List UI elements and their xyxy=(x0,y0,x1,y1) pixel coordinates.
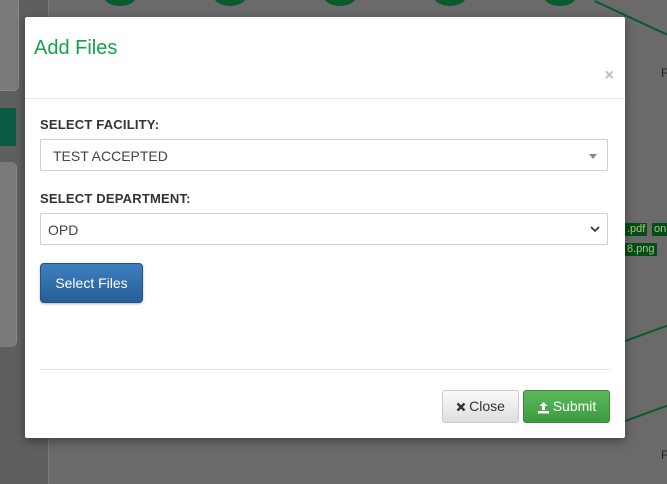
graph-file-tag: on xyxy=(652,223,667,236)
close-button[interactable]: Close xyxy=(442,390,519,423)
background-active-item xyxy=(0,108,16,146)
department-label: SELECT DEPARTMENT: xyxy=(40,191,191,206)
department-select[interactable]: OPD xyxy=(40,213,608,245)
background-panel xyxy=(0,162,17,347)
facility-label: SELECT FACILITY: xyxy=(40,117,160,132)
close-button-label: Close xyxy=(469,398,505,414)
times-icon xyxy=(456,402,466,412)
department-select-value: OPD xyxy=(48,222,79,238)
facility-select[interactable]: TEST ACCEPTED xyxy=(40,139,608,171)
background-panel xyxy=(0,0,19,91)
add-files-modal: Add Files × SELECT FACILITY: TEST ACCEPT… xyxy=(25,17,625,438)
chevron-down-icon xyxy=(590,226,600,233)
submit-button[interactable]: Submit xyxy=(523,390,610,423)
facility-select-value: TEST ACCEPTED xyxy=(53,148,168,164)
graph-file-tag: .pdf xyxy=(625,223,648,236)
modal-title: Add Files xyxy=(34,37,118,59)
graph-file-tag: 8.png xyxy=(625,243,657,256)
upload-icon xyxy=(537,401,549,414)
select-files-button[interactable]: Select Files xyxy=(40,263,143,303)
caret-down-icon xyxy=(589,154,597,159)
graph-node-label: F xyxy=(661,448,667,462)
footer-divider xyxy=(40,369,610,370)
modal-header: Add Files × xyxy=(25,17,625,99)
close-icon[interactable]: × xyxy=(605,68,614,84)
graph-node-label: F xyxy=(661,66,667,80)
submit-button-label: Submit xyxy=(552,398,597,414)
